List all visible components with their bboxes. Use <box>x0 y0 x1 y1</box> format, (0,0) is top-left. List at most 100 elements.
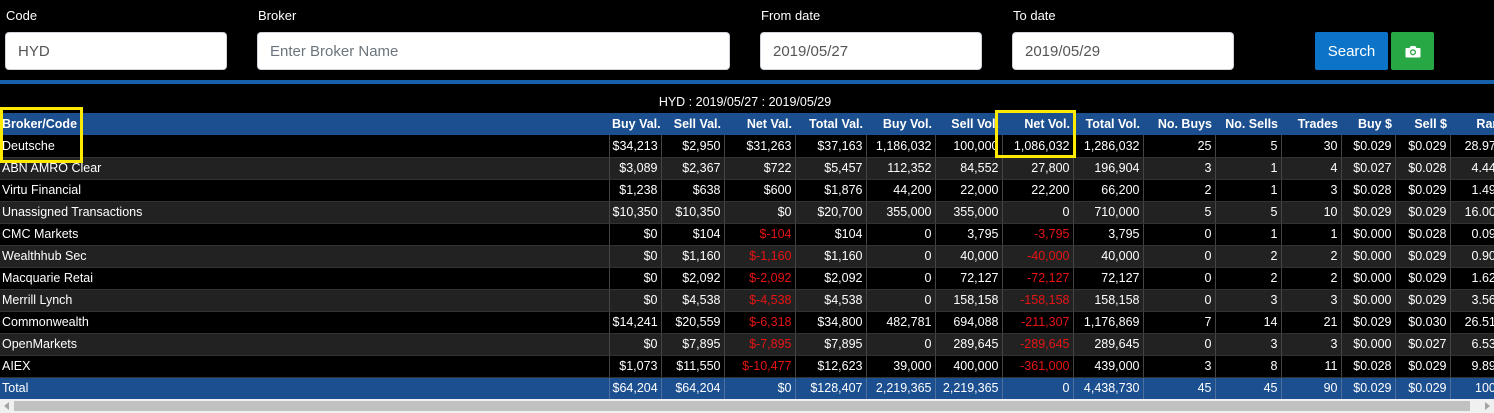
to-date-input[interactable] <box>1012 32 1234 70</box>
broker-name-cell: Wealthhub Sec <box>0 245 610 268</box>
cell-sell-val: $2,950 <box>661 135 725 158</box>
total-label-cell: Total <box>0 377 610 399</box>
cell-sell-val: $20,559 <box>661 311 725 334</box>
code-input[interactable] <box>5 32 227 70</box>
table-row[interactable]: ABN AMRO Clear $3,089 $2,367 $722 $5,457 112,… <box>0 157 1494 180</box>
cell-no-buys: 0 <box>1143 289 1216 312</box>
cell-rank: 9.89% <box>1450 355 1494 378</box>
cell-buy-vol: 482,781 <box>866 311 936 334</box>
cell-buy: $0.029 <box>1341 311 1396 334</box>
broker-label: Broker <box>258 8 297 23</box>
cell-sell-val: $4,538 <box>661 289 725 312</box>
cell-buy: $0.000 <box>1341 267 1396 290</box>
to-date-label: To date <box>1013 8 1056 23</box>
table-header-row: Broker/Code Buy Val. Sell Val. Net Val. Tota… <box>0 113 1494 135</box>
cell-buy: $0.028 <box>1341 355 1396 378</box>
column-header-no-sells[interactable]: No. Sells <box>1215 113 1281 135</box>
cell-net-val: $-10,477 <box>724 355 796 378</box>
column-header-trades[interactable]: Trades <box>1281 113 1341 135</box>
cell-sell-val: $638 <box>661 179 725 202</box>
column-header-rank[interactable]: Rank <box>1450 113 1494 135</box>
cell-buy-val: $14,241 <box>609 311 662 334</box>
cell-sell-vol: 694,088 <box>935 311 1003 334</box>
cell-trades: 3 <box>1281 289 1342 312</box>
cell-no-buys: 2 <box>1143 179 1216 202</box>
cell-sell: $0.028 <box>1395 223 1451 246</box>
total-cell-sell-vol: 2,219,365 <box>935 377 1003 399</box>
scroll-right-icon[interactable] <box>1480 399 1494 413</box>
cell-net-val: $-1,160 <box>724 245 796 268</box>
cell-buy-vol: 0 <box>866 289 936 312</box>
cell-sell-vol: 400,000 <box>935 355 1003 378</box>
cell-net-val: $-7,895 <box>724 333 796 356</box>
cell-rank: 1.49% <box>1450 179 1494 202</box>
cell-buy: $0.000 <box>1341 245 1396 268</box>
cell-buy-val: $1,238 <box>609 179 662 202</box>
table-row[interactable]: AIEX $1,073 $11,550 $-10,477 $12,623 39,000 40… <box>0 355 1494 378</box>
cell-buy-vol: 0 <box>866 245 936 268</box>
cell-net-val: $-104 <box>724 223 796 246</box>
horizontal-scrollbar[interactable] <box>0 399 1494 413</box>
broker-name-cell: Macquarie Retai <box>0 267 610 290</box>
table-row[interactable]: CMC Markets $0 $104 $-104 $104 0 3,795 -3,795 3,… <box>0 223 1494 246</box>
column-header-sell-val[interactable]: Sell Val. <box>661 113 724 135</box>
cell-total-vol: 439,000 <box>1073 355 1144 378</box>
cell-total-val: $12,623 <box>795 355 867 378</box>
broker-name-cell: AIEX <box>0 355 610 378</box>
cell-net-vol: -72,127 <box>1002 267 1074 290</box>
column-header-buy[interactable]: Buy $ <box>1341 113 1395 135</box>
table-row[interactable]: Merrill Lynch $0 $4,538 $-4,538 $4,538 0 158,1… <box>0 289 1494 312</box>
cell-net-vol: -361,000 <box>1002 355 1074 378</box>
column-header-broker-code[interactable]: Broker/Code <box>0 113 609 135</box>
cell-sell: $0.029 <box>1395 179 1451 202</box>
cell-buy-vol: 0 <box>866 333 936 356</box>
column-header-buy-vol[interactable]: Buy Vol. <box>866 113 935 135</box>
cell-net-vol: 27,800 <box>1002 157 1074 180</box>
cell-buy-val: $0 <box>609 223 662 246</box>
column-header-total-vol[interactable]: Total Vol. <box>1073 113 1143 135</box>
cell-trades: 4 <box>1281 157 1342 180</box>
table-row[interactable]: Unassigned Transactions $10,350 $10,350 $0 $… <box>0 201 1494 224</box>
cell-no-buys: 5 <box>1143 201 1216 224</box>
column-header-no-buys[interactable]: No. Buys <box>1143 113 1215 135</box>
column-header-total-val[interactable]: Total Val. <box>795 113 866 135</box>
table-total-row: Total $64,204 $64,204 $0 $128,407 2,219,365 2,… <box>0 377 1494 399</box>
total-cell-sell: $0.029 <box>1395 377 1451 399</box>
cell-total-vol: 72,127 <box>1073 267 1144 290</box>
cell-total-vol: 3,795 <box>1073 223 1144 246</box>
broker-name-cell: Merrill Lynch <box>0 289 610 312</box>
scrollbar-thumb[interactable] <box>14 401 1470 411</box>
column-header-sell[interactable]: Sell $ <box>1395 113 1450 135</box>
table-row[interactable]: Virtu Financial $1,238 $638 $600 $1,876 44,20… <box>0 179 1494 202</box>
table-row[interactable]: Wealthhub Sec $0 $1,160 $-1,160 $1,160 0 40,00… <box>0 245 1494 268</box>
broker-input[interactable] <box>257 32 730 70</box>
total-cell-buy: $0.029 <box>1341 377 1396 399</box>
table-row[interactable]: Macquarie Retai $0 $2,092 $-2,092 $2,092 0 72,… <box>0 267 1494 290</box>
cell-sell-vol: 289,645 <box>935 333 1003 356</box>
search-button[interactable]: Search <box>1315 32 1388 70</box>
cell-trades: 3 <box>1281 179 1342 202</box>
column-header-buy-val[interactable]: Buy Val. <box>609 113 661 135</box>
cell-total-vol: 66,200 <box>1073 179 1144 202</box>
column-header-sell-vol[interactable]: Sell Vol. <box>935 113 1002 135</box>
cell-buy: $0.000 <box>1341 223 1396 246</box>
table-row[interactable]: Deutsche $34,213 $2,950 $31,263 $37,163 1,186… <box>0 135 1494 158</box>
cell-total-vol: 158,158 <box>1073 289 1144 312</box>
cell-sell-vol: 3,795 <box>935 223 1003 246</box>
broker-name-cell: OpenMarkets <box>0 333 610 356</box>
cell-net-val: $-4,538 <box>724 289 796 312</box>
cell-no-buys: 3 <box>1143 355 1216 378</box>
total-cell-total-val: $128,407 <box>795 377 867 399</box>
table-row[interactable]: Commonwealth $14,241 $20,559 $-6,318 $34,800… <box>0 311 1494 334</box>
from-date-input[interactable] <box>760 32 982 70</box>
column-header-net-vol[interactable]: Net Vol. <box>1002 113 1073 135</box>
scroll-left-icon[interactable] <box>0 399 14 413</box>
cell-sell: $0.028 <box>1395 157 1451 180</box>
table-row[interactable]: OpenMarkets $0 $7,895 $-7,895 $7,895 0 289,645… <box>0 333 1494 356</box>
cell-sell-vol: 72,127 <box>935 267 1003 290</box>
column-header-net-val[interactable]: Net Val. <box>724 113 795 135</box>
cell-buy: $0.000 <box>1341 289 1396 312</box>
total-cell-sell-val: $64,204 <box>661 377 725 399</box>
camera-button[interactable] <box>1391 32 1434 70</box>
cell-net-vol: -211,307 <box>1002 311 1074 334</box>
